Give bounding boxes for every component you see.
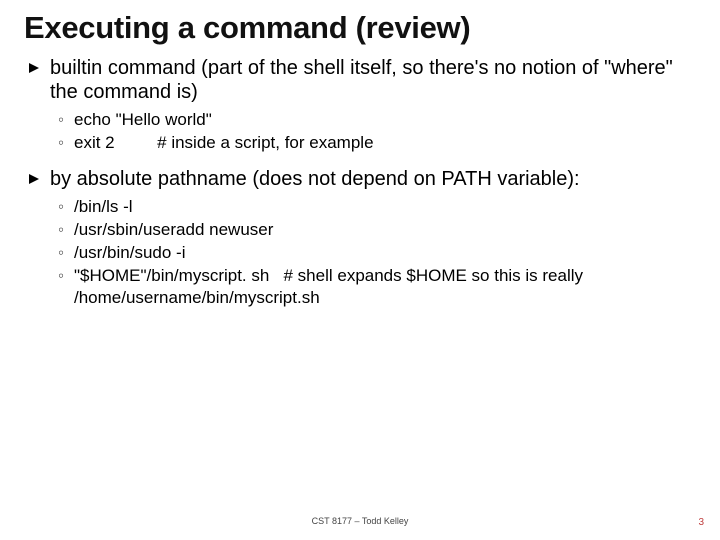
sub-bullet-text: "$HOME"/bin/myscript. sh # shell expands…	[74, 265, 696, 308]
sub-bullet-group: ◦ /bin/ls -l ◦ /usr/sbin/useradd newuser…	[58, 196, 696, 308]
circle-bullet-icon: ◦	[58, 132, 74, 153]
sub-bullet: ◦ /bin/ls -l	[58, 196, 696, 217]
sub-bullet: ◦ /usr/sbin/useradd newuser	[58, 219, 696, 240]
sub-bullet-text: echo "Hello world"	[74, 109, 212, 130]
sub-bullet: ◦ echo "Hello world"	[58, 109, 696, 130]
circle-bullet-icon: ◦	[58, 196, 74, 217]
caret-icon	[28, 56, 50, 74]
bullet-text: builtin command (part of the shell itsel…	[50, 56, 696, 105]
bullet-text: by absolute pathname (does not depend on…	[50, 167, 580, 191]
sub-bullet-group: ◦ echo "Hello world" ◦ exit 2 # inside a…	[58, 109, 696, 154]
sub-bullet: ◦ /usr/bin/sudo -i	[58, 242, 696, 263]
sub-bullet: ◦ "$HOME"/bin/myscript. sh # shell expan…	[58, 265, 696, 308]
bullet-level1: by absolute pathname (does not depend on…	[28, 167, 696, 191]
circle-bullet-icon: ◦	[58, 219, 74, 240]
bullet-level1: builtin command (part of the shell itsel…	[28, 56, 696, 105]
caret-icon	[28, 167, 50, 185]
slide-title: Executing a command (review)	[24, 10, 696, 46]
sub-bullet-text: /usr/bin/sudo -i	[74, 242, 186, 263]
page-number: 3	[698, 517, 704, 528]
circle-bullet-icon: ◦	[58, 265, 74, 286]
circle-bullet-icon: ◦	[58, 242, 74, 263]
footer-text: CST 8177 – Todd Kelley	[0, 516, 720, 526]
slide: Executing a command (review) builtin com…	[0, 0, 720, 540]
sub-bullet-text: exit 2 # inside a script, for example	[74, 132, 374, 153]
sub-bullet-text: /usr/sbin/useradd newuser	[74, 219, 273, 240]
sub-bullet-text: /bin/ls -l	[74, 196, 133, 217]
sub-bullet: ◦ exit 2 # inside a script, for example	[58, 132, 696, 153]
circle-bullet-icon: ◦	[58, 109, 74, 130]
